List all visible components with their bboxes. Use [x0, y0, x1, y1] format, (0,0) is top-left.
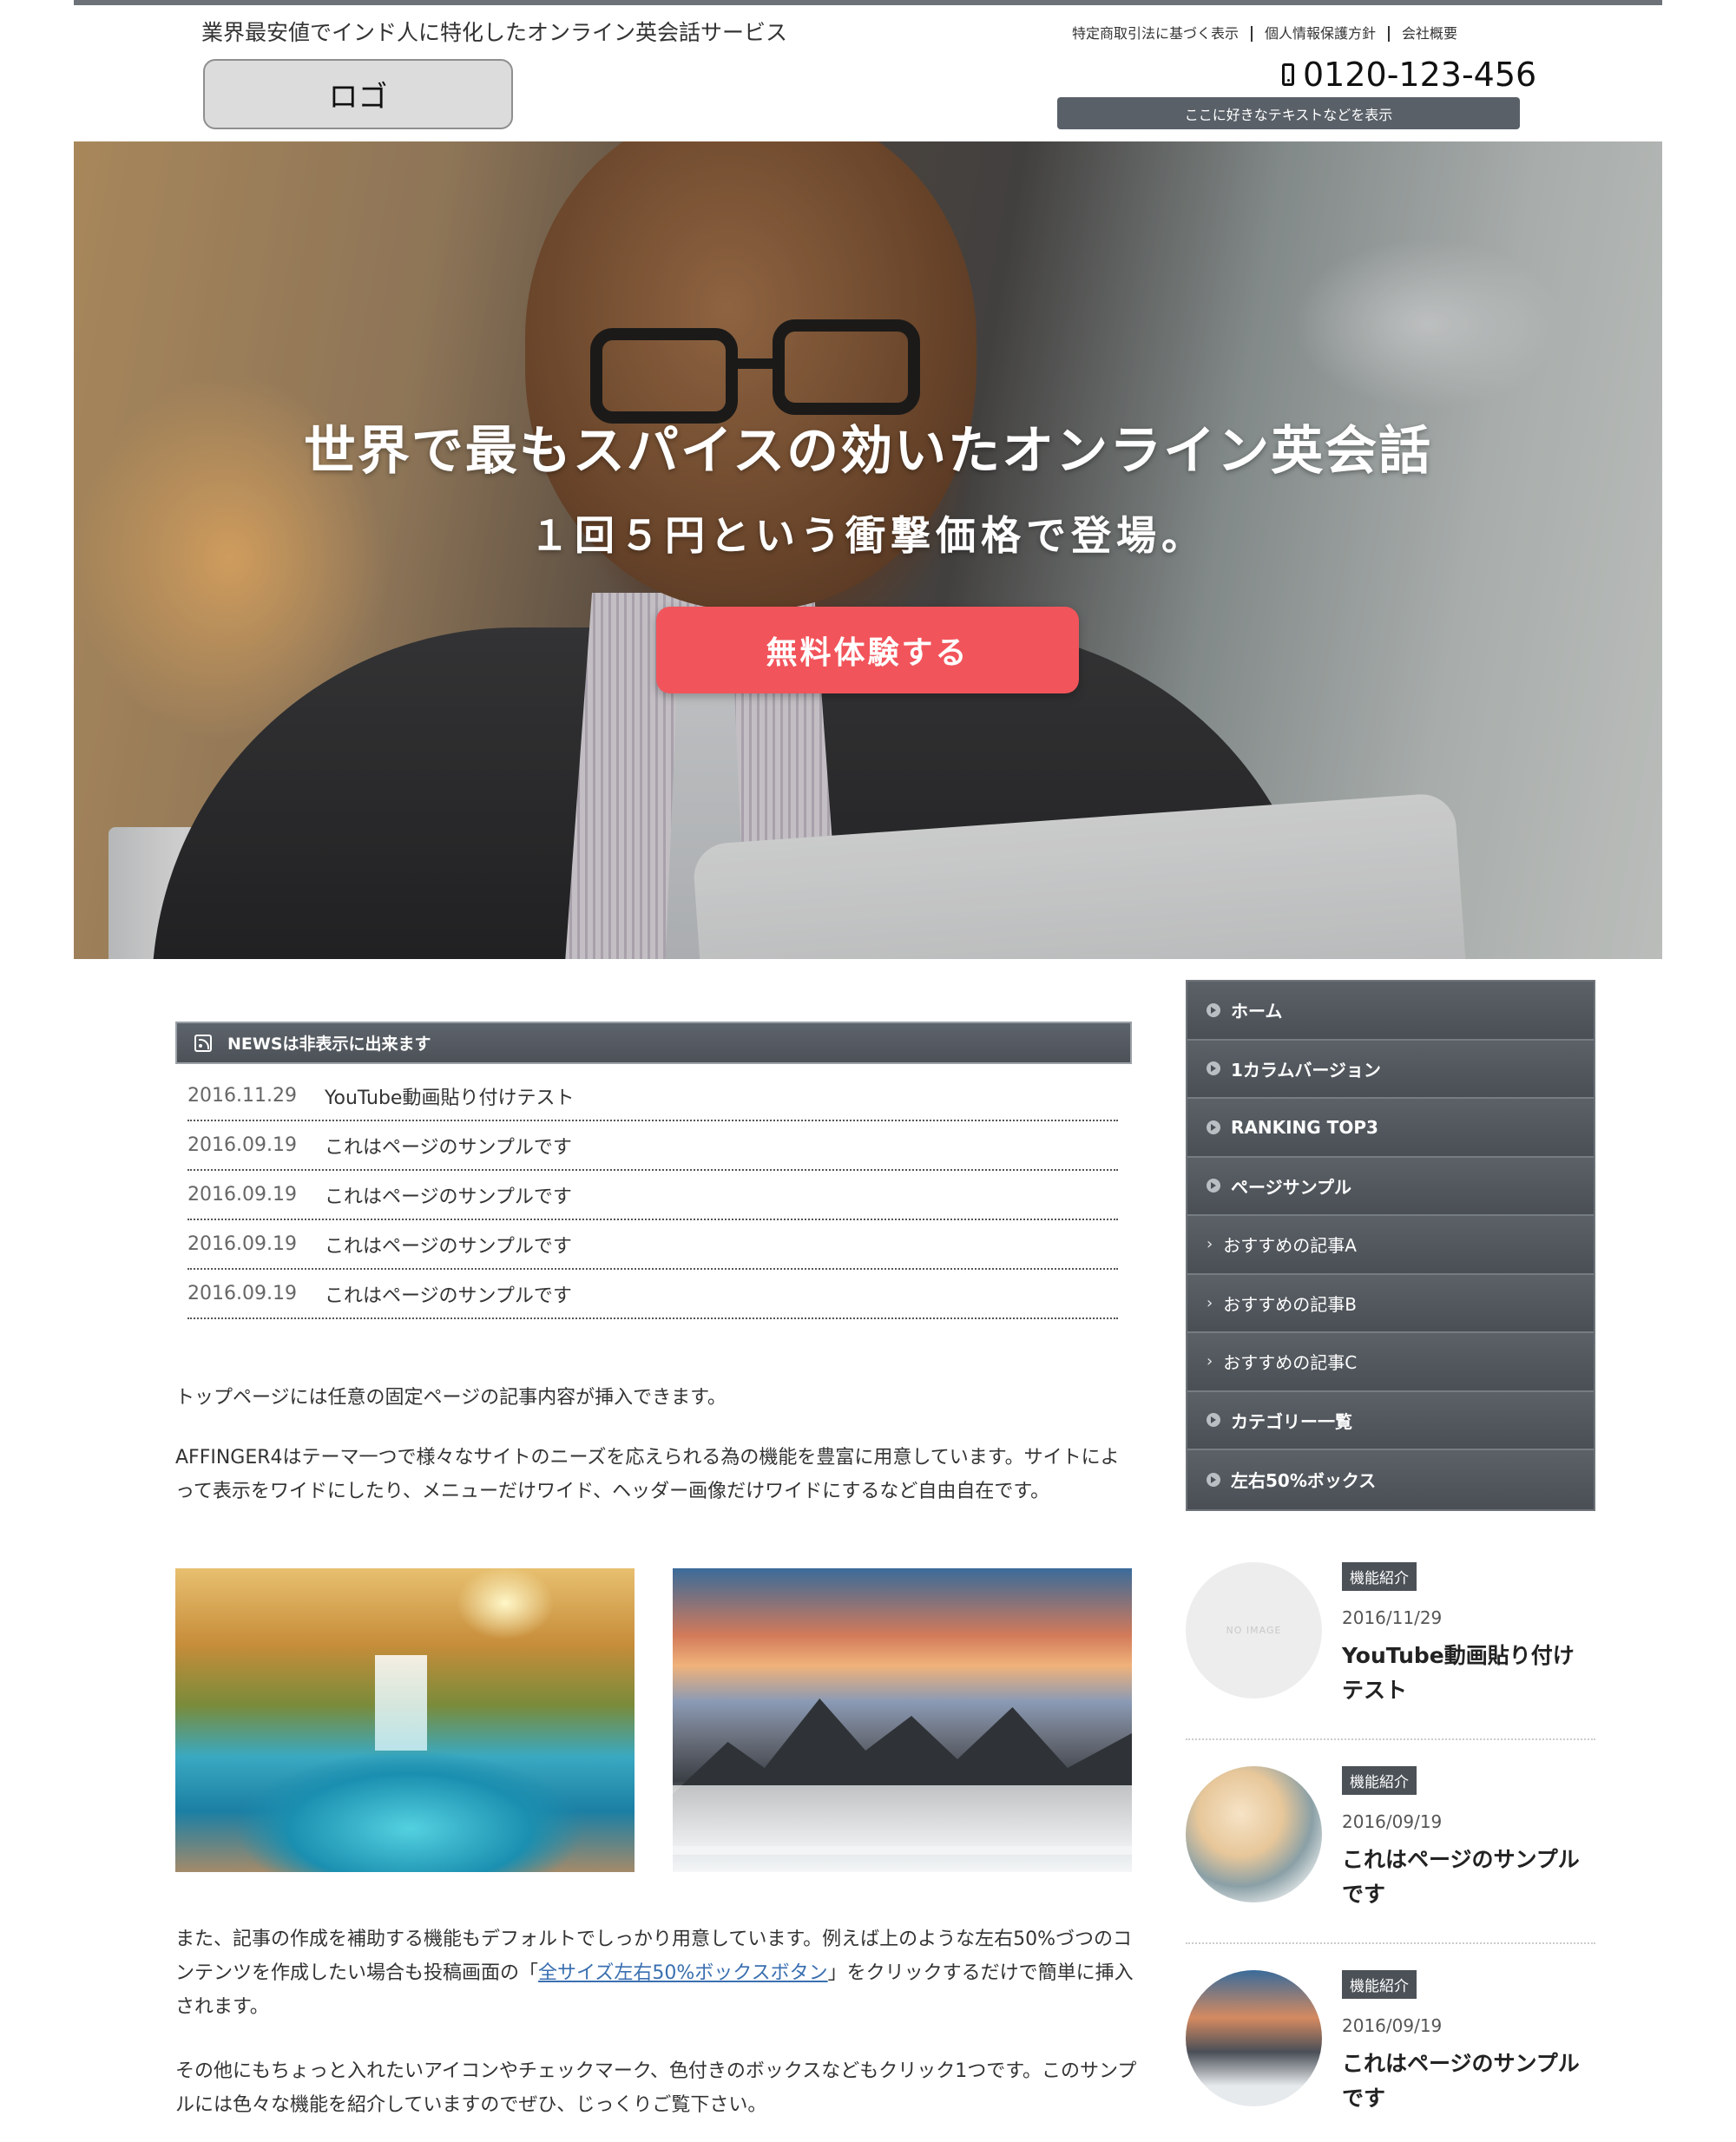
sidebar-item-page-sample[interactable]: ページサンプル: [1187, 1157, 1594, 1216]
phone-text: 0120-123-456: [1303, 56, 1537, 94]
news-header: NEWSは非表示に出来ます: [175, 1022, 1132, 1064]
phone-number[interactable]: 0120-123-456: [1282, 56, 1536, 94]
header-links: 特定商取引法に基づく表示 個人情報保護方針 会社概要: [1072, 26, 1470, 42]
affinger-paragraph: AFFINGER4はテーマ一つで様々なサイトのニーズを応えられる為の機能を豊富に…: [175, 1447, 1120, 1502]
sidebar-post[interactable]: 機能紹介 2016/09/19 これはページのサンプルです: [1186, 1970, 1595, 2135]
sidebar-subitem-recommend-b[interactable]: › おすすめの記事B: [1187, 1274, 1594, 1333]
circle-arrow-icon: [1207, 1179, 1220, 1193]
chevron-right-icon: ›: [1207, 1293, 1213, 1312]
link-privacy[interactable]: 個人情報保護方針: [1251, 26, 1388, 42]
news-title[interactable]: これはページのサンプルです: [325, 1280, 572, 1308]
circle-arrow-icon: [1207, 1002, 1220, 1017]
waterfall-stream: [375, 1655, 427, 1751]
circle-arrow-icon: [1207, 1413, 1220, 1428]
circle-arrow-icon: [1207, 1120, 1220, 1134]
news-date: 2016.09.19: [187, 1134, 297, 1156]
category-badge[interactable]: 機能紹介: [1342, 1766, 1417, 1795]
news-list: 2016.11.29 YouTube動画貼り付けテスト 2016.09.19 こ…: [187, 1072, 1118, 1319]
post-thumbnail[interactable]: NO IMAGE: [1186, 1562, 1322, 1698]
sidebar-item-label: ページサンプル: [1231, 1176, 1351, 1198]
sidebar-item-ranking[interactable]: RANKING TOP3: [1187, 1099, 1594, 1158]
intro-paragraph: トップページには任意の固定ページの記事内容が挿入できます。: [175, 1387, 727, 1409]
sidebar-item-1column[interactable]: 1カラムバージョン: [1187, 1040, 1594, 1099]
sidebar-menu: ホーム 1カラムバージョン RANKING TOP3 ページサンプル › おすす…: [1186, 980, 1595, 1511]
chevron-right-icon: ›: [1207, 1352, 1213, 1371]
news-item[interactable]: 2016.09.19 これはページのサンプルです: [187, 1220, 1118, 1270]
category-badge[interactable]: 機能紹介: [1342, 1562, 1417, 1591]
sidebar-item-label: おすすめの記事B: [1223, 1293, 1357, 1315]
post-divider: [1186, 1942, 1595, 1944]
news-title[interactable]: これはページのサンプルです: [325, 1231, 572, 1258]
sidebar-item-label: おすすめの記事C: [1223, 1352, 1358, 1374]
site-tagline: 業界最安値でインド人に特化したオンライン英会話サービス: [201, 20, 788, 45]
post-thumbnail[interactable]: [1186, 1970, 1322, 2106]
post-date: 2016/09/19: [1342, 2015, 1443, 2036]
post-title[interactable]: これはページのサンプルです: [1342, 2047, 1594, 2116]
sidebar-item-label: RANKING TOP3: [1231, 1116, 1378, 1138]
category-badge[interactable]: 機能紹介: [1342, 1970, 1417, 1999]
news-date: 2016.09.19: [187, 1184, 297, 1206]
cloud-layer: [673, 1785, 1132, 1855]
news-title[interactable]: YouTube動画貼り付けテスト: [325, 1082, 574, 1110]
chevron-right-icon: ›: [1207, 1235, 1213, 1254]
news-date: 2016.11.29: [187, 1085, 297, 1107]
waterfall-image: [175, 1568, 635, 1872]
link-company[interactable]: 会社概要: [1388, 26, 1470, 42]
sidebar-item-categories[interactable]: カテゴリー一覧: [1187, 1391, 1594, 1450]
circle-arrow-icon: [1207, 1061, 1220, 1076]
sidebar-item-label: カテゴリー一覧: [1231, 1410, 1352, 1432]
news-item[interactable]: 2016.09.19 これはページのサンプルです: [187, 1270, 1118, 1319]
sidebar-item-label: ホーム: [1231, 1001, 1283, 1022]
news-item[interactable]: 2016.09.19 これはページのサンプルです: [187, 1121, 1118, 1171]
sidebar-item-label: おすすめの記事A: [1223, 1235, 1357, 1257]
sidebar-subitem-recommend-c[interactable]: › おすすめの記事C: [1187, 1333, 1594, 1392]
hero-title: 世界で最もスパイスの効いたオンライン英会話: [303, 421, 1433, 482]
news-date: 2016.09.19: [187, 1283, 297, 1304]
rss-icon: [194, 1034, 212, 1052]
sidebar-item-label: 1カラムバージョン: [1231, 1059, 1381, 1081]
news-heading: NEWSは非表示に出来ます: [227, 1035, 431, 1054]
sidebar-item-label: 左右50%ボックス: [1231, 1470, 1377, 1492]
hero-section: 世界で最もスパイスの効いたオンライン英会話 １回５円という衝撃価格で登場。 無料…: [74, 141, 1662, 959]
news-item[interactable]: 2016.09.19 これはページのサンプルです: [187, 1171, 1118, 1220]
sidebar-post[interactable]: 機能紹介 2016/09/19 これはページのサンプルです: [1186, 1766, 1595, 1931]
post-date: 2016/09/19: [1342, 1811, 1443, 1832]
free-trial-button[interactable]: 無料体験する: [656, 607, 1079, 693]
news-title[interactable]: これはページのサンプルです: [325, 1181, 572, 1209]
news-title[interactable]: これはページのサンプルです: [325, 1132, 572, 1160]
post-thumbnail[interactable]: [1186, 1766, 1322, 1902]
top-border: [74, 0, 1662, 5]
mountain-image: [673, 1568, 1132, 1872]
header-banner: ここに好きなテキストなどを表示: [1057, 97, 1520, 129]
helper-paragraph: また、記事の作成を補助する機能もデフォルトでしっかり用意しています。例えば上のよ…: [175, 1922, 1137, 2024]
features-paragraph: その他にもちょっと入れたいアイコンやチェックマーク、色付きのボックスなどもクリッ…: [175, 2060, 1137, 2116]
circle-arrow-icon: [1207, 1472, 1220, 1487]
site-logo[interactable]: ロゴ: [203, 59, 513, 129]
post-title[interactable]: これはページのサンプルです: [1342, 1843, 1594, 1912]
post-date: 2016/11/29: [1342, 1607, 1443, 1628]
mobile-phone-icon: [1282, 63, 1294, 86]
sidebar-post[interactable]: NO IMAGE 機能紹介 2016/11/29 YouTube動画貼り付けテス…: [1186, 1562, 1595, 1727]
hero-subtitle: １回５円という衝撃価格で登場。: [529, 512, 1207, 559]
post-title[interactable]: YouTube動画貼り付けテスト: [1342, 1639, 1594, 1708]
sidebar-item-half-box[interactable]: 左右50%ボックス: [1187, 1450, 1594, 1509]
link-tokushoho[interactable]: 特定商取引法に基づく表示: [1072, 26, 1251, 42]
box-button-link[interactable]: 全サイズ左右50%ボックスボタン: [538, 1962, 828, 1984]
post-divider: [1186, 1738, 1595, 1740]
sidebar-subitem-recommend-a[interactable]: › おすすめの記事A: [1187, 1216, 1594, 1275]
sidebar-item-home[interactable]: ホーム: [1187, 982, 1594, 1041]
news-item[interactable]: 2016.11.29 YouTube動画貼り付けテスト: [187, 1072, 1118, 1121]
news-date: 2016.09.19: [187, 1233, 297, 1255]
